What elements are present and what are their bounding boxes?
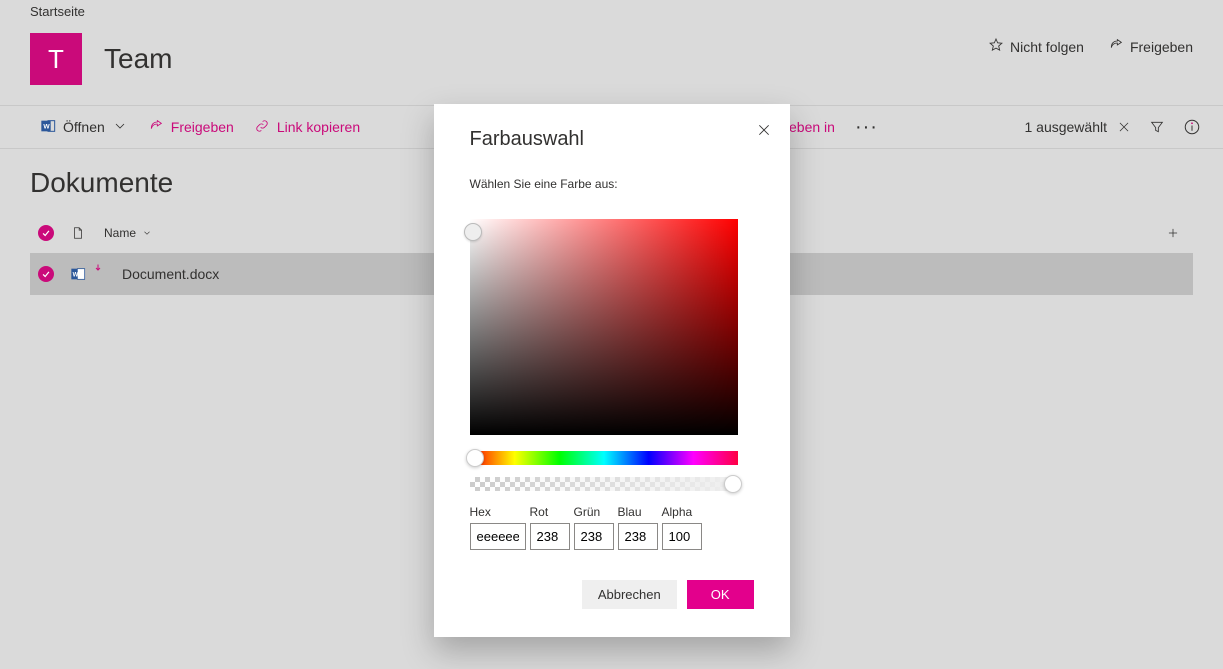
saturation-value-picker[interactable]	[470, 219, 738, 435]
hue-thumb[interactable]	[466, 449, 484, 467]
green-label: Grün	[574, 505, 614, 519]
blue-label: Blau	[618, 505, 658, 519]
green-input[interactable]	[574, 523, 614, 550]
close-dialog-button[interactable]	[756, 122, 772, 141]
alpha-thumb[interactable]	[724, 475, 742, 493]
dialog-subtitle: Wählen Sie eine Farbe aus:	[470, 177, 754, 191]
hue-slider[interactable]	[470, 451, 738, 465]
dialog-title: Farbauswahl	[470, 128, 754, 151]
color-picker-dialog: Farbauswahl Wählen Sie eine Farbe aus: H…	[434, 104, 790, 637]
red-label: Rot	[530, 505, 570, 519]
hex-label: Hex	[470, 505, 526, 519]
cancel-button[interactable]: Abbrechen	[582, 580, 677, 609]
dialog-buttons: Abbrechen OK	[470, 580, 754, 609]
hex-input[interactable]	[470, 523, 526, 550]
red-input[interactable]	[530, 523, 570, 550]
modal-overlay: Farbauswahl Wählen Sie eine Farbe aus: H…	[0, 0, 1223, 669]
alpha-label: Alpha	[662, 505, 702, 519]
sv-thumb[interactable]	[464, 223, 482, 241]
alpha-input[interactable]	[662, 523, 702, 550]
color-inputs: Hex Rot Grün Blau Alpha	[470, 505, 754, 550]
alpha-slider[interactable]	[470, 477, 738, 491]
blue-input[interactable]	[618, 523, 658, 550]
ok-button[interactable]: OK	[687, 580, 754, 609]
